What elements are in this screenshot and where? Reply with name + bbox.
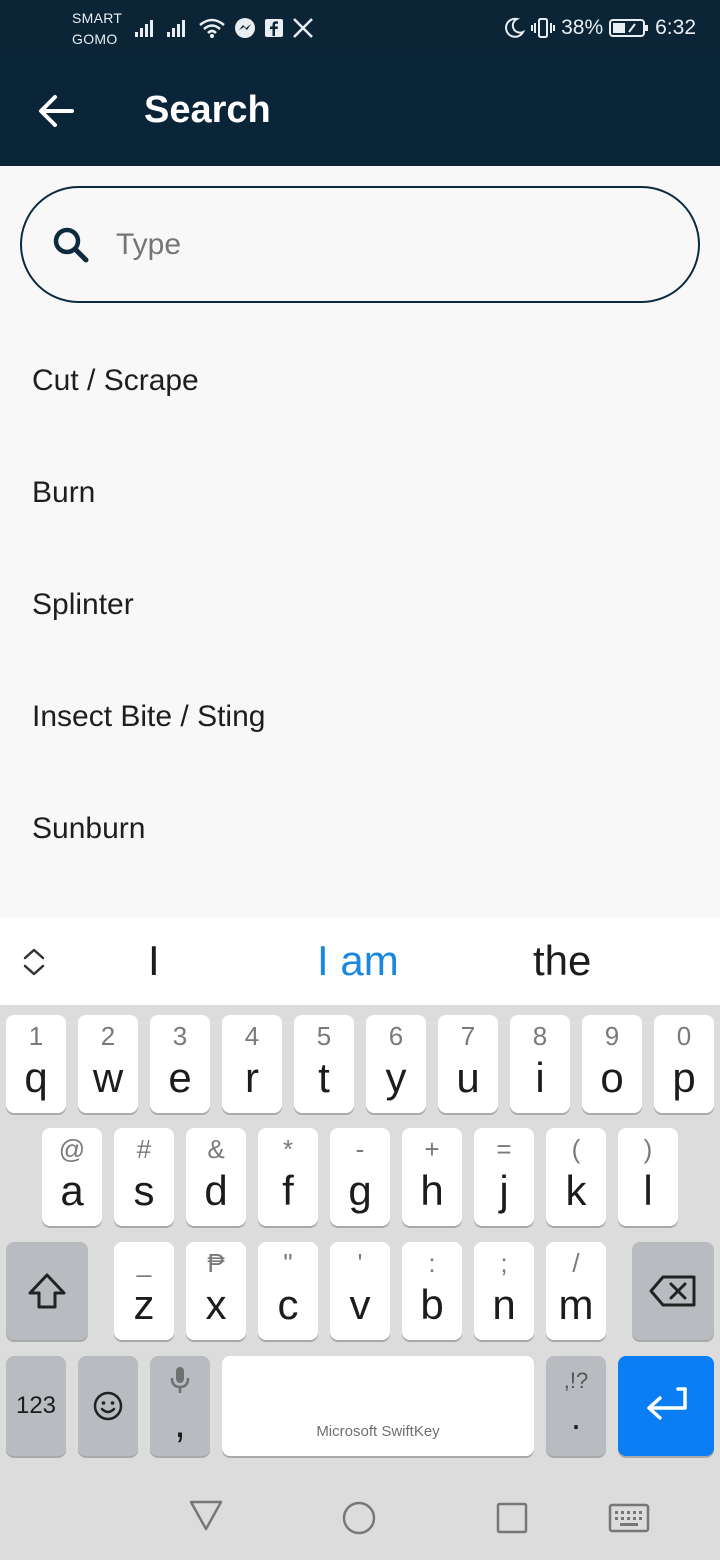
status-icons-right: 38% 6:32 [503,14,696,42]
enter-key[interactable] [618,1356,714,1456]
moon-icon [503,17,526,39]
key-h[interactable]: + h [402,1128,462,1226]
backspace-key[interactable] [632,1242,714,1340]
recents-square-icon[interactable] [496,1502,528,1534]
list-item[interactable]: Splinter [0,549,720,661]
battery-percent: 38% [561,16,604,39]
list-item[interactable]: Insect Bite / Sting [0,661,720,773]
back-triangle-icon[interactable] [188,1498,224,1532]
emoji-key[interactable] [78,1356,138,1456]
key-r[interactable]: 4r [222,1015,282,1113]
emoji-icon [93,1391,123,1421]
search-icon [53,227,89,263]
key-c[interactable]: " c [258,1242,318,1340]
messenger-icon [234,17,256,39]
key-g[interactable]: -g [330,1128,390,1226]
shift-key[interactable] [6,1242,88,1340]
app-bar: Search [0,55,720,166]
enter-icon [647,1387,687,1420]
shift-arrow-icon [28,1273,66,1309]
back-button[interactable] [36,91,76,131]
search-input[interactable] [116,218,656,272]
home-circle-icon[interactable] [342,1501,376,1535]
comma-voice-key[interactable]: , [150,1356,210,1456]
arrow-left-icon [39,95,74,127]
key-q[interactable]: 1q [6,1015,66,1113]
backspace-icon [649,1275,696,1307]
key-j[interactable]: = j [474,1128,534,1226]
key-b[interactable]: :b [402,1242,462,1340]
signal-bars-icon [166,18,190,38]
vibrate-icon [531,17,556,39]
key-v[interactable]: ' v [330,1242,390,1340]
wifi-icon [198,17,226,39]
status-bar: SMART GOMO 38% 6:32 [0,0,720,55]
key-m[interactable]: / m [546,1242,606,1340]
key-y[interactable]: 6y [366,1015,426,1113]
period-key[interactable]: ,!? . [546,1356,606,1456]
key-d[interactable]: & d [186,1128,246,1226]
keyboard: 1q 2w 3e 4r 5t 6y 7u 8i 9o 0p @ a # s & d *… [0,1005,720,1465]
key-e[interactable]: 3e [150,1015,210,1113]
microphone-icon [170,1367,190,1393]
expand-toolbar-icon[interactable] [20,945,48,979]
carrier-name: SMART GOMO [72,10,123,47]
key-n[interactable]: ; n [474,1242,534,1340]
signal-bars-icon [134,18,158,38]
key-i[interactable]: 8i [510,1015,570,1113]
clock: 6:32 [655,16,696,39]
navigation-bar [0,1465,720,1560]
suggestion-1[interactable]: I [148,935,160,987]
key-w[interactable]: 2w [78,1015,138,1113]
battery-icon [609,18,649,38]
key-u[interactable]: 7u [438,1015,498,1113]
x-logo-icon [292,17,314,39]
key-f[interactable]: * f [258,1128,318,1226]
key-a[interactable]: @ a [42,1128,102,1226]
results-list: Cut / Scrape Burn Splinter Insect Bite /… [0,325,720,885]
list-item[interactable]: Sunburn [0,773,720,885]
list-item[interactable]: Cut / Scrape [0,325,720,437]
status-icons-left [134,14,314,42]
search-box[interactable] [20,186,700,303]
space-key[interactable]: Microsoft SwiftKey [222,1356,534,1456]
key-z[interactable]: _ z [114,1242,174,1340]
key-p[interactable]: 0p [654,1015,714,1113]
suggestion-2[interactable]: I am [317,935,399,987]
key-s[interactable]: # s [114,1128,174,1226]
suggestion-3[interactable]: the [533,935,591,987]
list-item[interactable]: Burn [0,437,720,549]
keyboard-suggestion-bar: I I am the [0,917,720,1005]
page-title: Search [144,89,271,131]
keyboard-icon[interactable] [608,1503,650,1533]
key-o[interactable]: 9o [582,1015,642,1113]
key-l[interactable]: ) l [618,1128,678,1226]
key-k[interactable]: (k [546,1128,606,1226]
key-t[interactable]: 5t [294,1015,354,1113]
facebook-icon [264,18,284,38]
numbers-key[interactable]: 123 [6,1356,66,1456]
key-x[interactable]: ₱ x [186,1242,246,1340]
